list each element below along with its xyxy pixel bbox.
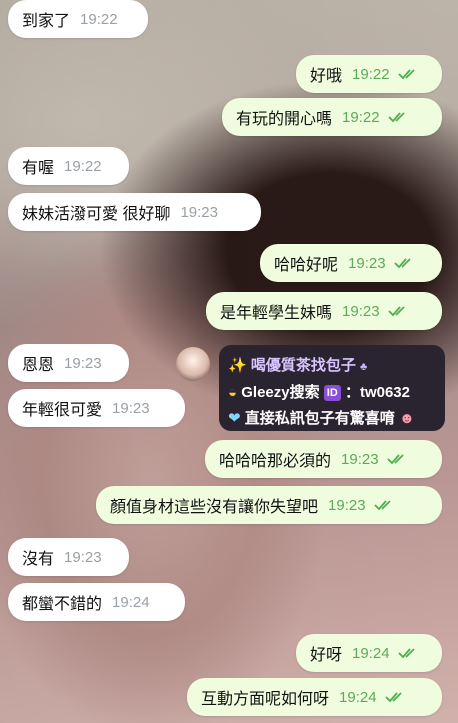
message-outgoing[interactable]: 是年輕學生妹嗎 19:23 [206,292,442,330]
message-outgoing[interactable]: 好哦 19:22 [296,55,442,93]
message-incoming[interactable]: 妹妹活潑可愛 很好聊 19:23 [8,193,261,231]
double-check-icon [387,111,410,123]
message-incoming[interactable]: 恩恩 19:23 [8,344,129,382]
message-text: 年輕很可愛 [22,402,103,419]
message-time: 19:24 [352,644,390,662]
message-outgoing[interactable]: 互動方面呢如何呀 19:24 [187,678,442,716]
message-outgoing[interactable]: 哈哈好呢 19:23 [260,244,442,282]
message-time: 19:23 [180,203,218,221]
message-incoming[interactable]: 年輕很可愛 19:23 [8,389,185,427]
double-check-icon [393,257,416,269]
ad-message: 直接私訊包子有驚喜唷 [244,410,395,427]
sparkle-icon: ✨ [228,357,247,374]
message-time: 19:24 [339,688,377,706]
message-text: 顏值身材這些沒有讓你失望吧 [110,499,319,516]
double-check-icon [386,453,409,465]
ad-line-message: ❤ 直接私訊包子有驚喜唷 ☻ [228,406,437,432]
double-check-icon [373,499,396,511]
message-text: 有喔 [22,160,55,177]
message-text: 好呀 [310,647,343,664]
message-text: 妹妹活潑可愛 很好聊 [22,206,171,223]
message-time: 19:23 [328,496,366,514]
double-check-icon [384,691,407,703]
message-time: 19:23 [348,254,386,272]
message-time: 19:22 [342,108,380,126]
ad-search-label: Gleezy搜索 [241,384,320,401]
double-check-icon [397,647,420,659]
sparkle-small-icon: ♣ [360,361,368,373]
ad-search-value: ：tw0632 [344,384,410,401]
message-time: 19:22 [352,65,390,83]
message-text: 好哦 [310,68,343,85]
message-time: 19:24 [112,593,150,611]
ad-title: 喝優質茶找包子 [250,357,356,374]
ad-line-search: ◒ Gleezy搜索 ID ：tw0632 [228,380,437,406]
message-outgoing[interactable]: 好呀 19:24 [296,634,442,672]
message-outgoing[interactable]: 有玩的開心嗎 19:22 [222,98,442,136]
message-text: 是年輕學生妹嗎 [220,305,333,322]
sponsored-banner[interactable]: ✨ 喝優質茶找包子 ♣ ◒ Gleezy搜索 ID ：tw0632 ❤ 直接私訊… [219,345,445,431]
message-text: 恩恩 [22,357,55,374]
double-check-icon [397,68,420,80]
message-text: 哈哈哈那必須的 [219,453,332,470]
id-badge-text: ID [326,387,338,400]
message-text: 哈哈好呢 [274,257,339,274]
message-outgoing[interactable]: 哈哈哈那必須的 19:23 [205,440,442,478]
id-badge: ID [323,385,341,402]
message-time: 19:22 [64,157,102,175]
smile-icon: ◒ [228,384,238,401]
message-incoming[interactable]: 沒有 19:23 [8,538,129,576]
message-time: 19:23 [342,302,380,320]
face-icon: ☻ [398,410,415,427]
message-time: 19:22 [80,10,118,28]
message-time: 19:23 [64,548,102,566]
message-time: 19:23 [341,450,379,468]
message-incoming[interactable]: 都蠻不錯的 19:24 [8,583,185,621]
message-text: 沒有 [22,551,55,568]
heart-icon: ❤ [228,410,241,427]
ad-title-row: ✨ 喝優質茶找包子 ♣ [228,353,437,380]
message-text: 互動方面呢如何呀 [201,691,330,708]
double-check-icon [387,305,410,317]
message-time: 19:23 [64,354,102,372]
message-text: 都蠻不錯的 [22,596,103,613]
message-time: 19:23 [112,399,150,417]
message-outgoing[interactable]: 顏值身材這些沒有讓你失望吧 19:23 [96,486,442,524]
message-text: 到家了 [22,13,71,30]
message-text: 有玩的開心嗎 [236,111,333,128]
message-incoming[interactable]: 有喔 19:22 [8,147,129,185]
avatar[interactable] [176,347,210,381]
message-incoming[interactable]: 到家了 19:22 [8,0,148,38]
